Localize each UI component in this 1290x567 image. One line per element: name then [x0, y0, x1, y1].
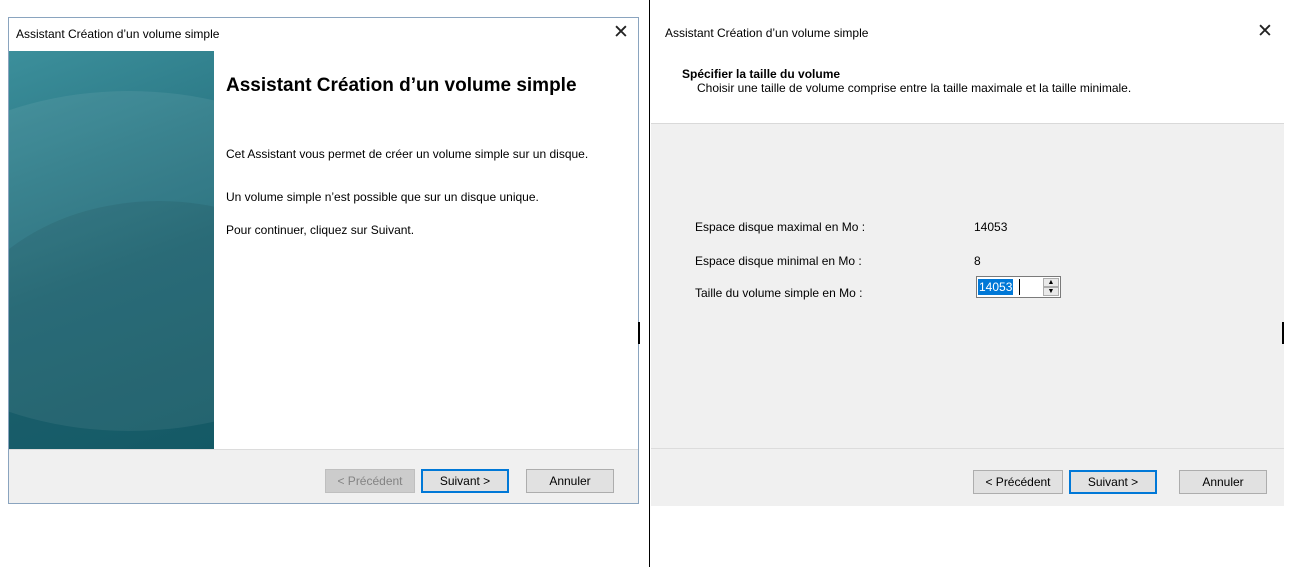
next-button[interactable]: Suivant >: [1069, 470, 1157, 494]
right-screenshot-panel: Assistant Création d’un volume simple ✕ …: [651, 0, 1290, 567]
window-title: Assistant Création d’un volume simple: [16, 27, 220, 41]
left-screenshot-panel: Assistant Création d’un volume simple ✕ …: [0, 0, 650, 567]
text-caret: [1019, 279, 1020, 295]
wizard-footer: < Précédent Suivant > Annuler: [9, 450, 638, 503]
page-header: Spécifier la taille du volume Choisir un…: [651, 50, 1284, 123]
single-disk-paragraph: Un volume simple n’est possible que sur …: [226, 190, 539, 204]
wizard-content: Espace disque maximal en Mo : 14053 Espa…: [651, 123, 1284, 448]
welcome-wizard-dialog: Assistant Création d’un volume simple ✕ …: [8, 17, 639, 504]
spin-up-icon[interactable]: ▲: [1043, 278, 1059, 287]
stepper-buttons: ▲ ▼: [1043, 278, 1059, 296]
max-space-value: 14053: [974, 220, 1008, 234]
welcome-heading: Assistant Création d’un volume simple: [226, 75, 577, 96]
page-subtitle: Choisir une taille de volume comprise en…: [697, 81, 1132, 95]
cancel-button[interactable]: Annuler: [526, 469, 614, 493]
spin-down-icon[interactable]: ▼: [1043, 287, 1059, 296]
intro-paragraph: Cet Assistant vous permet de créer un vo…: [226, 147, 589, 161]
volume-size-stepper[interactable]: 14053 ▲ ▼: [976, 276, 1061, 298]
title-bar[interactable]: Assistant Création d’un volume simple ✕: [651, 17, 1284, 50]
close-icon[interactable]: ✕: [1253, 21, 1277, 45]
volume-size-label: Taille du volume simple en Mo :: [695, 286, 863, 300]
wizard-footer: < Précédent Suivant > Annuler: [651, 449, 1284, 506]
next-button[interactable]: Suivant >: [421, 469, 509, 493]
volume-size-input[interactable]: 14053: [978, 279, 1014, 295]
volume-size-wizard-dialog: Assistant Création d’un volume simple ✕ …: [651, 17, 1284, 506]
back-button[interactable]: < Précédent: [973, 470, 1063, 494]
title-bar[interactable]: Assistant Création d’un volume simple ✕: [9, 18, 638, 51]
window-title: Assistant Création d’un volume simple: [665, 26, 869, 40]
back-button[interactable]: < Précédent: [325, 469, 415, 493]
max-space-label: Espace disque maximal en Mo :: [695, 220, 866, 234]
page-title: Spécifier la taille du volume: [682, 67, 841, 81]
min-space-label: Espace disque minimal en Mo :: [695, 254, 862, 268]
cancel-button[interactable]: Annuler: [1179, 470, 1267, 494]
min-space-value: 8: [974, 254, 981, 268]
continue-paragraph: Pour continuer, cliquez sur Suivant.: [226, 223, 415, 237]
wizard-banner-image: [9, 51, 214, 449]
close-icon[interactable]: ✕: [609, 22, 633, 46]
